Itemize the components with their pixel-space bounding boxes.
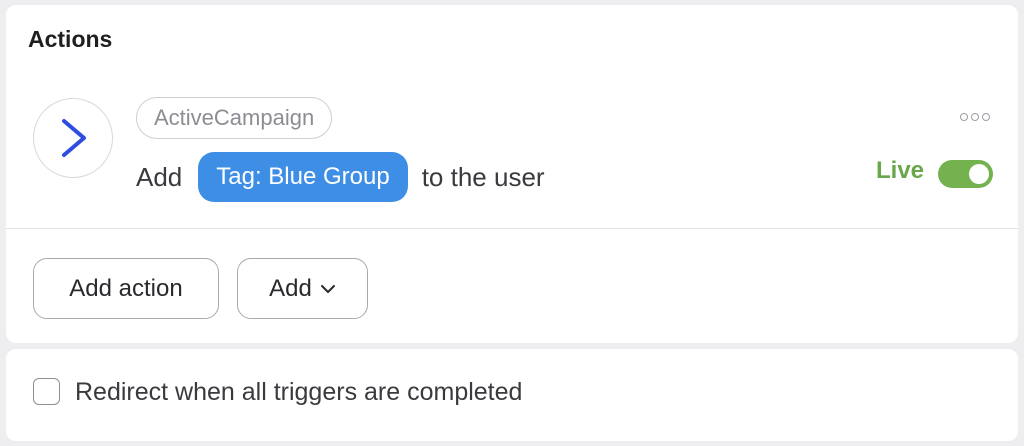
dot-icon (960, 113, 968, 121)
status-label: Live (876, 157, 925, 184)
tag-chip[interactable]: Tag: Blue Group (198, 152, 408, 202)
toggle-knob (969, 164, 989, 184)
add-dropdown-button[interactable]: Add (237, 258, 368, 319)
redirect-card: Redirect when all triggers are completed (6, 349, 1018, 441)
add-action-button[interactable]: Add action (33, 258, 219, 319)
actions-card: Actions ActiveCampaign Add Tag: Blue Gro… (6, 5, 1018, 343)
action-description: Add Tag: Blue Group to the user (136, 152, 545, 202)
provider-badge: ActiveCampaign (136, 97, 333, 139)
chevron-down-icon (320, 284, 335, 293)
dot-icon (971, 113, 979, 121)
divider (6, 228, 1018, 229)
dot-icon (982, 113, 990, 121)
redirect-label: Redirect when all triggers are completed (75, 378, 523, 406)
more-options-icon[interactable] (960, 110, 994, 124)
chevron-right-icon (62, 119, 86, 157)
action-prefix: Add (136, 161, 183, 192)
redirect-checkbox[interactable] (33, 378, 60, 405)
activecampaign-icon (33, 98, 113, 178)
add-action-label: Add action (69, 274, 183, 302)
live-toggle[interactable] (938, 160, 993, 188)
action-suffix: to the user (421, 161, 545, 192)
section-title: Actions (28, 26, 113, 52)
add-label: Add (269, 274, 312, 302)
